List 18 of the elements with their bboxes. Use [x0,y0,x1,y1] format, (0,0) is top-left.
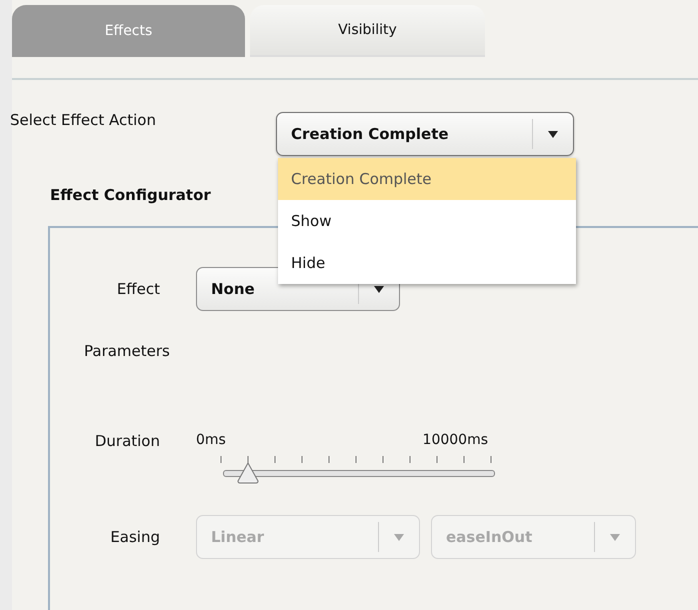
field-label: Easing [109,528,161,546]
dropdown-arrow-icon [547,130,559,138]
slider-thumb[interactable] [236,462,260,484]
field-label: Select Effect Action [10,111,157,129]
dropdown-arrow-icon [609,532,621,542]
field-label: Duration [94,432,161,450]
menu-item[interactable]: Creation Complete [278,158,576,200]
tab[interactable]: Visibility [250,5,485,57]
dropdown-arrow-icon [393,532,405,542]
field-label: Parameters [84,342,170,360]
field-label: Effect [116,280,161,298]
dropdown-arrow-icon [373,284,385,294]
menu-item[interactable]: Hide [278,242,576,284]
slider-max-label: 10000ms [422,432,488,448]
menu-item[interactable]: Show [278,200,576,242]
slider-min-label: 0ms [196,432,226,448]
section-title: Effect Configurator [50,186,211,204]
effect-action-dropdown[interactable]: Creation Complete [276,112,574,156]
